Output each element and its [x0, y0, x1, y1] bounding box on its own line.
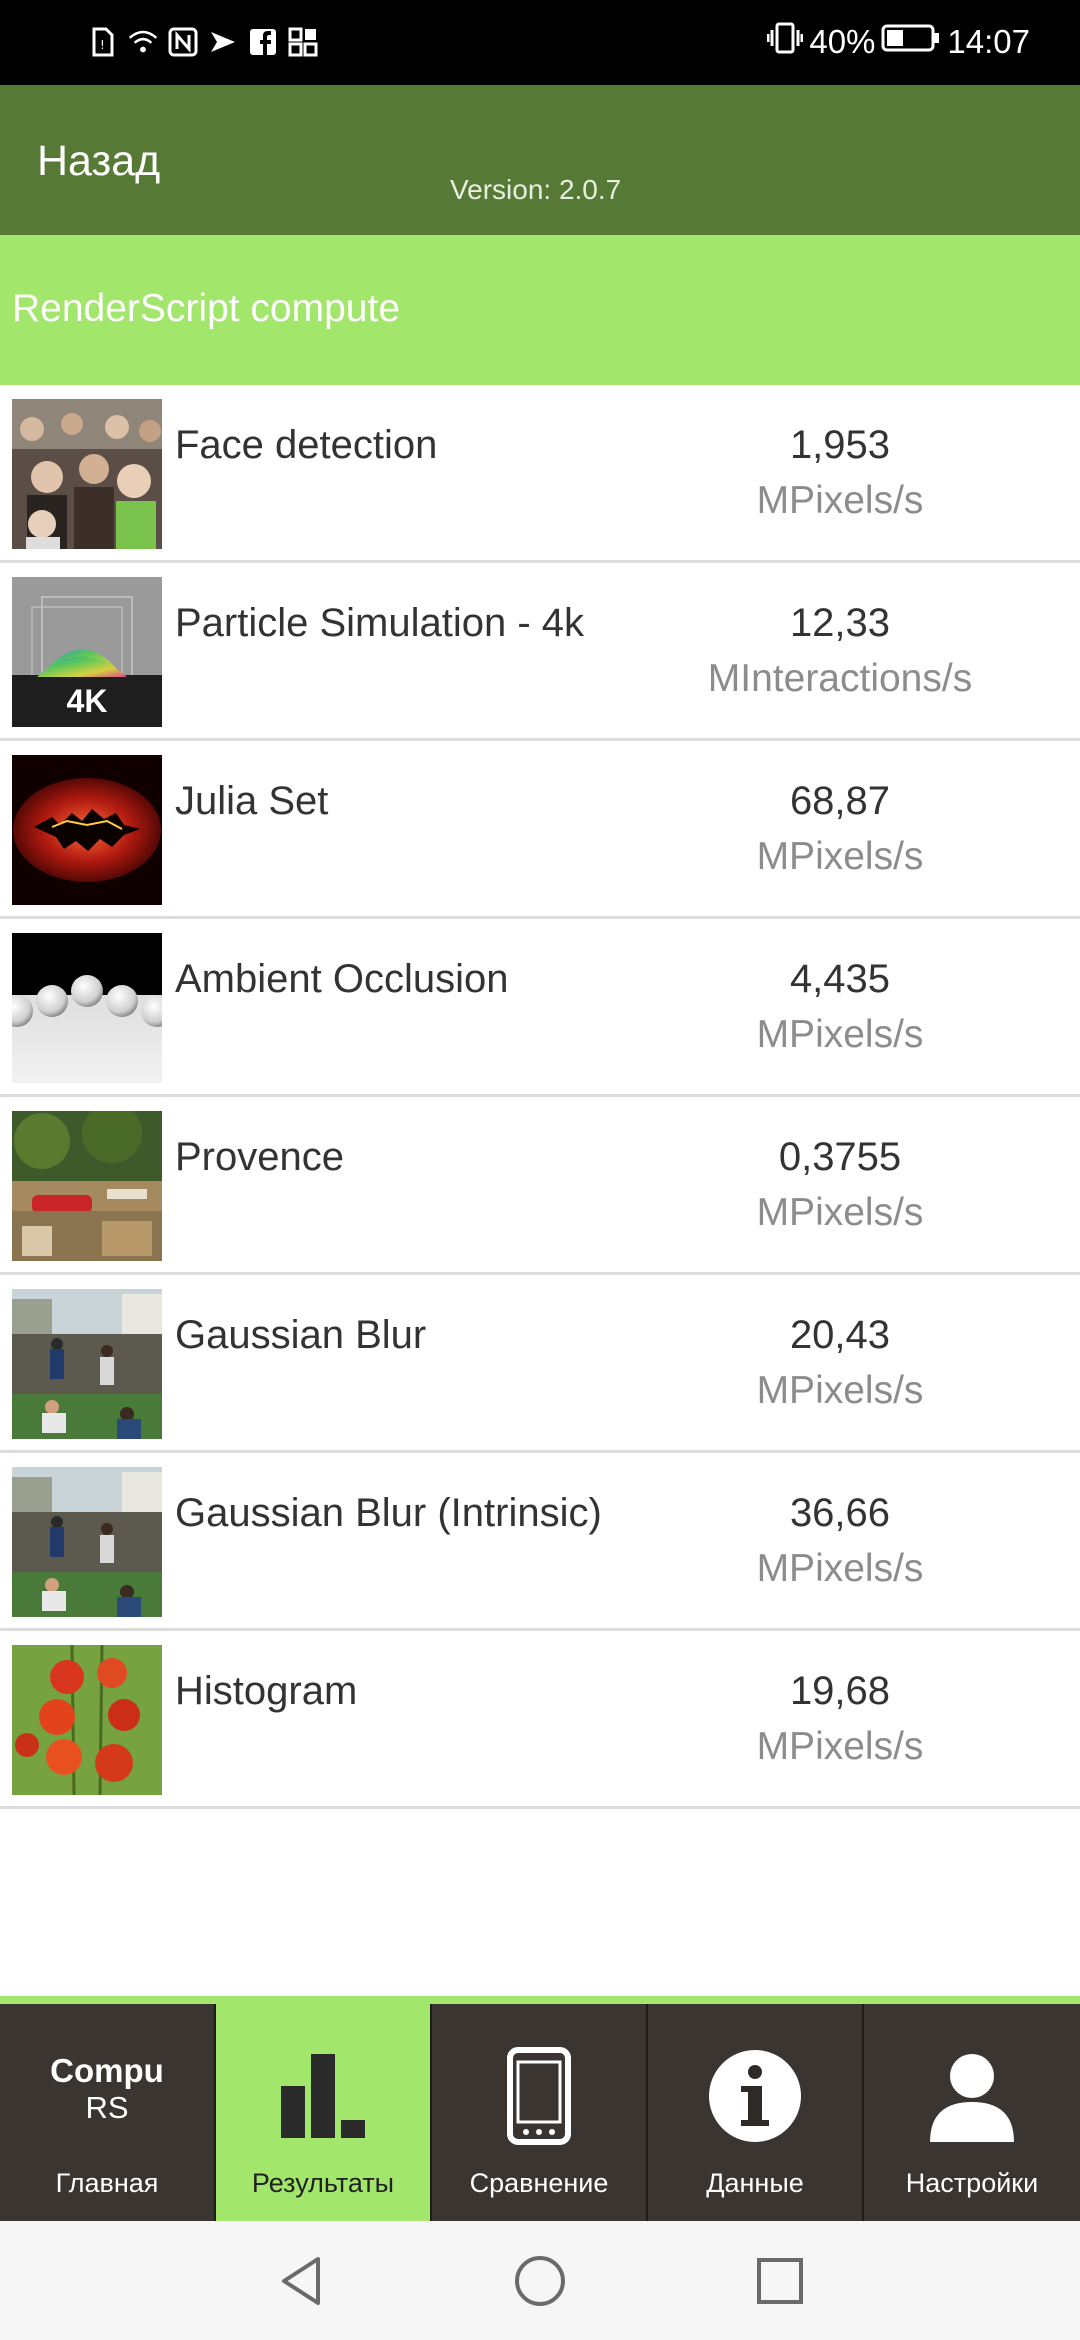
result-value: 19,68	[789, 1669, 891, 1713]
logo-text-bottom: RS	[85, 2090, 129, 2125]
back-button[interactable]: Назад	[37, 137, 160, 186]
facebook-icon	[248, 25, 278, 59]
user-icon	[864, 2046, 1080, 2146]
version-label: Version: 2.0.7	[450, 174, 622, 205]
apps-icon	[288, 25, 318, 59]
tab-settings[interactable]: Настройки	[864, 2004, 1080, 2221]
result-name: Julia Set	[175, 779, 329, 823]
status-icons-left: !	[88, 22, 318, 62]
results-list: Face detection 1,953 MPixels/s 4K Partic…	[0, 385, 1080, 1809]
result-unit: MInteractions/s	[707, 657, 973, 700]
result-row-particle-simulation[interactable]: 4K Particle Simulation - 4k 12,33 MInter…	[0, 563, 1080, 741]
result-unit: MPixels/s	[756, 1725, 924, 1768]
result-name: Histogram	[175, 1669, 358, 1713]
clock: 14:07	[947, 23, 1030, 60]
tab-home[interactable]: Compu RS Главная	[0, 2004, 216, 2221]
battery-icon	[881, 23, 941, 61]
result-unit: MPixels/s	[756, 1013, 924, 1056]
result-row-julia-set[interactable]: Julia Set 68,87 MPixels/s	[0, 741, 1080, 919]
tab-data[interactable]: Данные	[648, 2004, 864, 2221]
tab-label: Результаты	[251, 2168, 395, 2198]
back-triangle-icon[interactable]	[272, 2253, 328, 2309]
result-unit: MPixels/s	[756, 1369, 924, 1412]
logo-icon: Compu RS	[0, 2052, 214, 2126]
crowd-image	[12, 399, 162, 549]
email-icon	[208, 25, 238, 59]
result-name: Gaussian Blur (Intrinsic)	[175, 1491, 602, 1535]
status-icons-right: 40% 14:07	[766, 18, 1030, 66]
particle-image: 4K	[12, 577, 162, 727]
phone-icon	[432, 2046, 646, 2146]
result-unit: MPixels/s	[756, 479, 924, 522]
tab-label: Сравнение	[469, 2168, 609, 2198]
result-value: 1,953	[789, 423, 891, 467]
tab-label: Настройки	[905, 2168, 1039, 2198]
result-name: Gaussian Blur	[175, 1313, 427, 1357]
nfc-icon	[168, 25, 198, 59]
result-value: 0,3755	[778, 1135, 902, 1179]
result-row-provence[interactable]: Provence 0,3755 MPixels/s	[0, 1097, 1080, 1275]
recents-square-icon[interactable]	[752, 2253, 808, 2309]
vibrate-icon	[766, 21, 804, 63]
result-value: 36,66	[789, 1491, 891, 1535]
result-row-gaussian-blur-intrinsic[interactable]: Gaussian Blur (Intrinsic) 36,66 MPixels/…	[0, 1453, 1080, 1631]
result-name: Provence	[175, 1135, 344, 1179]
sim-icon: !	[88, 25, 118, 59]
status-bar: ! 40% 14:07	[0, 0, 1080, 85]
info-icon	[648, 2046, 862, 2146]
result-value: 4,435	[789, 957, 891, 1001]
street-image	[12, 1111, 162, 1261]
tab-label: Главная	[55, 2168, 159, 2198]
result-name: Ambient Occlusion	[175, 957, 509, 1001]
bottom-nav: Compu RS Главная Результаты Сравнение Да…	[0, 2004, 1080, 2221]
svg-text:!: !	[100, 38, 105, 52]
market-image	[12, 1289, 162, 1439]
tomatoes-image	[12, 1645, 162, 1795]
result-unit: MPixels/s	[756, 1547, 924, 1590]
result-name: Face detection	[175, 423, 438, 467]
tab-compare[interactable]: Сравнение	[432, 2004, 648, 2221]
section-header: RenderScript compute	[0, 235, 1080, 385]
nav-divider	[0, 1996, 1080, 2004]
result-row-gaussian-blur[interactable]: Gaussian Blur 20,43 MPixels/s	[0, 1275, 1080, 1453]
bar-chart-icon	[216, 2046, 430, 2146]
result-value: 20,43	[789, 1313, 891, 1357]
result-row-ambient-occlusion[interactable]: Ambient Occlusion 4,435 MPixels/s	[0, 919, 1080, 1097]
result-value: 12,33	[789, 601, 891, 645]
result-name: Particle Simulation - 4k	[175, 601, 585, 645]
app-header: Назад Version: 2.0.7	[0, 85, 1080, 235]
home-circle-icon[interactable]	[512, 2253, 568, 2309]
system-nav-bar	[0, 2221, 1080, 2340]
market-image	[12, 1467, 162, 1617]
result-row-histogram[interactable]: Histogram 19,68 MPixels/s	[0, 1631, 1080, 1809]
fractal-image	[12, 755, 162, 905]
result-value: 68,87	[789, 779, 891, 823]
tab-results[interactable]: Результаты	[216, 2004, 432, 2221]
battery-percent: 40%	[809, 23, 876, 60]
spheres-image	[12, 933, 162, 1083]
tab-label: Данные	[706, 2168, 804, 2198]
result-unit: MPixels/s	[756, 1191, 924, 1234]
wifi-icon	[128, 25, 158, 59]
result-row-face-detection[interactable]: Face detection 1,953 MPixels/s	[0, 385, 1080, 563]
section-title: RenderScript compute	[12, 287, 401, 330]
thumb-4k-label: 4K	[66, 683, 108, 719]
logo-text-top: Compu	[50, 2052, 164, 2089]
result-unit: MPixels/s	[756, 835, 924, 878]
